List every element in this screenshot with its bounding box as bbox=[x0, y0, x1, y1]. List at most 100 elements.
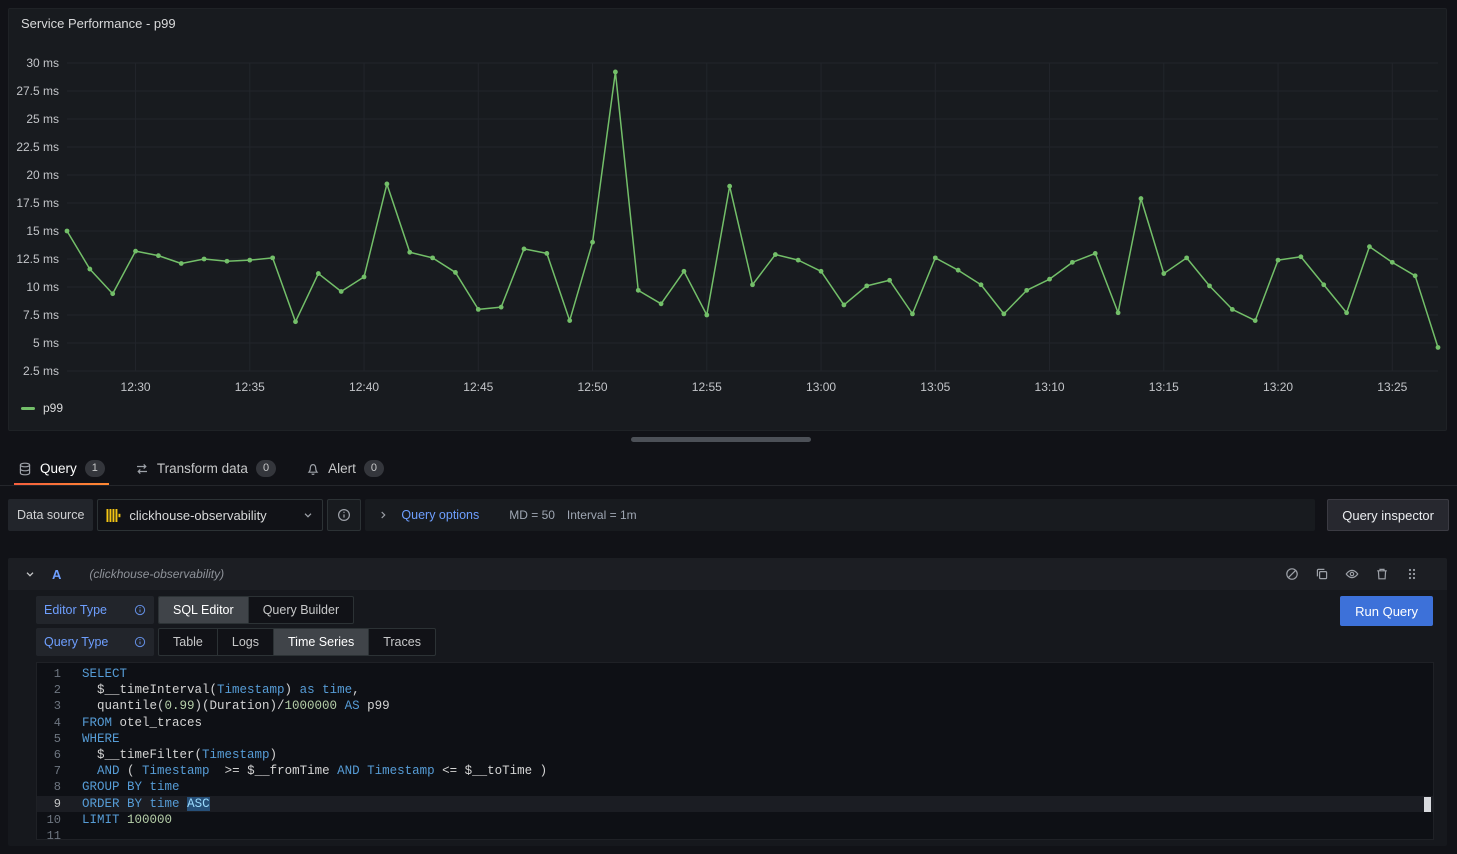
info-circle-icon bbox=[337, 508, 351, 522]
query-type-label-text: Query Type bbox=[44, 635, 108, 649]
data-point bbox=[750, 282, 755, 287]
query-type-label: Query Type bbox=[36, 628, 154, 656]
data-point bbox=[225, 259, 230, 264]
copy-icon bbox=[1315, 567, 1329, 581]
data-point bbox=[842, 303, 847, 308]
panel-title[interactable]: Service Performance - p99 bbox=[9, 9, 1446, 37]
code-line-7[interactable]: 7 AND ( Timestamp >= $__fromTime AND Tim… bbox=[37, 763, 1433, 779]
data-point bbox=[1024, 288, 1029, 293]
y-axis-label: 30 ms bbox=[26, 56, 59, 70]
tab-count-badge: 0 bbox=[256, 460, 276, 477]
data-point bbox=[179, 261, 184, 266]
code-text: $__timeFilter(Timestamp) bbox=[61, 747, 277, 763]
query-type-option-time-series[interactable]: Time Series bbox=[273, 629, 368, 655]
query-inspector-button[interactable]: Query inspector bbox=[1327, 499, 1449, 531]
datasource-value: clickhouse-observability bbox=[129, 508, 294, 523]
data-point bbox=[1070, 260, 1075, 265]
tab-label: Transform data bbox=[157, 461, 248, 476]
query-type-option-table[interactable]: Table bbox=[159, 629, 217, 655]
timeseries-chart[interactable]: 2.5 ms5 ms7.5 ms10 ms12.5 ms15 ms17.5 ms… bbox=[13, 37, 1444, 399]
code-line-3[interactable]: 3 quantile(0.99)(Duration)/1000000 AS p9… bbox=[37, 698, 1433, 714]
query-options-link[interactable]: Query options bbox=[401, 508, 479, 522]
datasource-help-button[interactable] bbox=[327, 499, 361, 531]
run-query-button[interactable]: Run Query bbox=[1340, 596, 1433, 626]
line-number: 2 bbox=[37, 682, 61, 698]
data-point bbox=[1367, 244, 1372, 249]
line-number: 9 bbox=[37, 796, 61, 812]
code-line-8[interactable]: 8GROUP BY time bbox=[37, 779, 1433, 795]
duplicate-query-button[interactable] bbox=[1315, 567, 1329, 581]
data-point bbox=[1207, 283, 1212, 288]
data-point bbox=[887, 278, 892, 283]
hide-response-button[interactable] bbox=[1345, 567, 1359, 581]
disable-query-button[interactable] bbox=[1285, 567, 1299, 581]
query-editor-row-a: A (clickhouse-observability) bbox=[8, 558, 1447, 846]
x-axis-label: 12:30 bbox=[121, 380, 151, 394]
code-line-4[interactable]: 4FROM otel_traces bbox=[37, 715, 1433, 731]
data-point bbox=[1390, 260, 1395, 265]
collapse-chevron-icon[interactable] bbox=[24, 568, 36, 580]
data-point bbox=[796, 258, 801, 263]
info-icon[interactable] bbox=[134, 604, 146, 616]
horizontal-scrollbar-thumb[interactable] bbox=[631, 437, 811, 442]
drag-handle[interactable] bbox=[1405, 567, 1419, 581]
code-line-10[interactable]: 10LIMIT 100000 bbox=[37, 812, 1433, 828]
chart-legend-item-p99[interactable]: p99 bbox=[9, 399, 1446, 415]
data-point bbox=[1001, 311, 1006, 316]
tab-query[interactable]: Query 1 bbox=[16, 452, 107, 485]
transform-icon bbox=[135, 462, 149, 476]
query-type-option-traces[interactable]: Traces bbox=[368, 629, 435, 655]
x-axis-label: 13:20 bbox=[1263, 380, 1293, 394]
y-axis-label: 10 ms bbox=[26, 280, 59, 294]
line-number: 1 bbox=[37, 666, 61, 682]
chevron-right-icon[interactable] bbox=[377, 509, 389, 521]
code-line-11[interactable]: 11 bbox=[37, 828, 1433, 840]
info-icon[interactable] bbox=[134, 636, 146, 648]
data-point bbox=[522, 247, 527, 252]
data-point bbox=[1093, 251, 1098, 256]
data-point bbox=[1299, 254, 1304, 259]
data-point bbox=[385, 182, 390, 187]
tab-transform-data[interactable]: Transform data 0 bbox=[133, 452, 278, 485]
data-point bbox=[453, 270, 458, 275]
data-point bbox=[270, 255, 275, 260]
code-line-6[interactable]: 6 $__timeFilter(Timestamp) bbox=[37, 747, 1433, 763]
data-point bbox=[87, 267, 92, 272]
datasource-picker[interactable]: clickhouse-observability bbox=[97, 499, 323, 531]
data-point bbox=[65, 229, 70, 234]
eye-icon bbox=[1345, 567, 1359, 581]
data-point bbox=[339, 289, 344, 294]
editor-type-option-sql-editor[interactable]: SQL Editor bbox=[159, 597, 248, 623]
data-point bbox=[956, 268, 961, 273]
datasource-label: Data source bbox=[8, 499, 93, 531]
sql-editor[interactable]: 1SELECT2 $__timeInterval(Timestamp) as t… bbox=[36, 662, 1434, 840]
legend-swatch bbox=[21, 407, 35, 410]
remove-query-button[interactable] bbox=[1375, 567, 1389, 581]
query-row-header[interactable]: A (clickhouse-observability) bbox=[8, 558, 1447, 590]
x-axis-label: 13:10 bbox=[1035, 380, 1065, 394]
x-axis-label: 12:40 bbox=[349, 380, 379, 394]
code-text: SELECT bbox=[61, 666, 127, 682]
data-point bbox=[1253, 318, 1258, 323]
tab-label: Alert bbox=[328, 461, 356, 476]
data-point bbox=[156, 253, 161, 258]
tab-label: Query bbox=[40, 461, 77, 476]
trash-icon bbox=[1375, 567, 1389, 581]
code-text: quantile(0.99)(Duration)/1000000 AS p99 bbox=[61, 698, 390, 714]
bell-icon bbox=[306, 462, 320, 476]
editor-type-option-query-builder[interactable]: Query Builder bbox=[248, 597, 353, 623]
code-line-1[interactable]: 1SELECT bbox=[37, 666, 1433, 682]
code-line-5[interactable]: 5WHERE bbox=[37, 731, 1433, 747]
x-axis-label: 12:55 bbox=[692, 380, 722, 394]
data-point bbox=[682, 269, 687, 274]
code-text: LIMIT 100000 bbox=[61, 812, 172, 828]
data-point bbox=[1436, 345, 1441, 350]
scrollbar-cursor-marker[interactable] bbox=[1424, 797, 1431, 812]
tab-alert[interactable]: Alert 0 bbox=[304, 452, 386, 485]
data-point bbox=[362, 275, 367, 280]
code-line-2[interactable]: 2 $__timeInterval(Timestamp) as time, bbox=[37, 682, 1433, 698]
query-type-option-logs[interactable]: Logs bbox=[217, 629, 273, 655]
data-point bbox=[1321, 282, 1326, 287]
database-icon bbox=[18, 462, 32, 476]
code-line-9[interactable]: 9ORDER BY time ASC bbox=[37, 796, 1433, 812]
